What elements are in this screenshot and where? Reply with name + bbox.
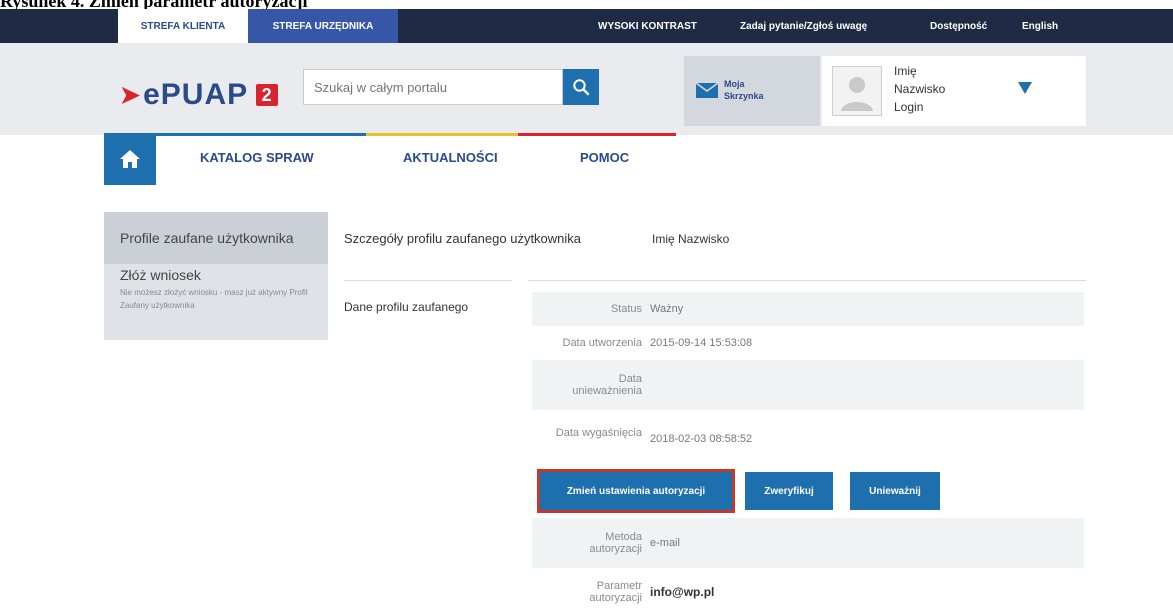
user-login: Login <box>894 100 924 114</box>
row-label: Data wygaśnięcia <box>555 427 642 439</box>
sidebar: Profile zaufane użytkownika Złóż wniosek… <box>104 212 328 340</box>
envelope-icon <box>696 83 718 98</box>
nav-katalog-spraw[interactable]: KATALOG SPRAW <box>200 150 314 165</box>
divider-left <box>344 280 512 281</box>
auth-parameter-value: info@wp.pl <box>650 585 715 599</box>
nav-line-yellow <box>366 133 518 136</box>
row-label: Metoda autoryzacji <box>589 531 642 555</box>
high-contrast-link[interactable]: WYSOKI KONTRAST <box>598 9 697 43</box>
sidebar-item-submit-request[interactable]: Złóż wniosek <box>120 267 201 283</box>
row-value: 2018-02-03 08:58:52 <box>650 433 753 445</box>
row-invalidated: Data unieważnienia <box>532 360 1084 410</box>
avatar <box>832 66 882 116</box>
row-label: Data utworzenia <box>562 337 643 349</box>
user-panel[interactable]: Imię Nazwisko Login <box>822 56 1086 126</box>
mailbox-label: Moja Skrzynka <box>724 79 764 101</box>
mailbox-button[interactable]: Moja Skrzynka <box>684 56 820 126</box>
row-label: Parametr autoryzacji <box>589 580 642 604</box>
ask-question-link[interactable]: Zadaj pytanie/Zgłoś uwagę <box>740 9 867 43</box>
logo-text: ePUAP <box>143 78 249 111</box>
accessibility-link[interactable]: Dostępność <box>930 9 987 43</box>
top-bar: STREFA KLIENTA STREFA URZĘDNIKA WYSOKI K… <box>0 9 1173 43</box>
change-auth-settings-button[interactable]: Zmień ustawienia autoryzacji <box>537 469 735 513</box>
tab-client-zone[interactable]: STREFA KLIENTA <box>118 9 248 43</box>
verify-button[interactable]: Zweryfikuj <box>745 472 833 510</box>
sidebar-item-trusted-profiles[interactable]: Profile zaufane użytkownika <box>104 212 328 264</box>
row-auth-method: Metoda autoryzacji e-mail <box>532 518 1084 568</box>
search-button[interactable] <box>563 69 599 105</box>
details-heading: Szczegóły profilu zaufanego użytkownika <box>344 231 582 246</box>
invalidate-button[interactable]: Unieważnij <box>850 472 940 510</box>
search-icon <box>573 79 590 96</box>
divider-right <box>528 280 1086 281</box>
logo-number: 2 <box>256 84 279 106</box>
nav-aktualnosci[interactable]: AKTUALNOŚCI <box>403 150 498 165</box>
home-icon <box>120 150 140 168</box>
user-name-block: Imię Nazwisko Login <box>894 62 945 116</box>
row-value: 2015-09-14 15:53:08 <box>650 337 753 349</box>
sidebar-note: Nie możesz złożyć wniosku - masz już akt… <box>120 288 308 310</box>
user-last-name: Nazwisko <box>894 82 946 96</box>
tab-official-zone[interactable]: STREFA URZĘDNIKA <box>248 9 398 43</box>
user-silhouette-icon <box>841 77 873 111</box>
status-value: Ważny <box>650 303 684 315</box>
home-button[interactable] <box>104 133 156 185</box>
row-label: Data unieważnienia <box>572 373 642 397</box>
auth-method-value: e-mail <box>650 537 680 549</box>
search-input[interactable] <box>303 69 563 105</box>
epuap-logo[interactable]: ➤ ePUAP 2 <box>120 78 279 112</box>
row-status: Status Ważny <box>532 292 1084 326</box>
nav-line-red <box>518 133 676 136</box>
dropdown-arrow-icon[interactable] <box>1018 82 1032 94</box>
english-link[interactable]: English <box>1022 9 1058 43</box>
profile-owner-name: Imię Nazwisko <box>652 232 730 246</box>
logo-swoosh-icon: ➤ <box>120 81 142 109</box>
row-created: Data utworzenia 2015-09-14 15:53:08 <box>532 326 1084 360</box>
nav-pomoc[interactable]: POMOC <box>580 150 629 165</box>
user-first-name: Imię <box>894 64 917 78</box>
row-auth-parameter: Parametr autoryzacji info@wp.pl <box>532 572 1084 608</box>
row-expires: Data wygaśnięcia 2018-02-03 08:58:52 <box>532 414 1084 464</box>
section-label: Dane profilu zaufanego <box>344 300 469 314</box>
row-label: Status <box>610 303 642 315</box>
